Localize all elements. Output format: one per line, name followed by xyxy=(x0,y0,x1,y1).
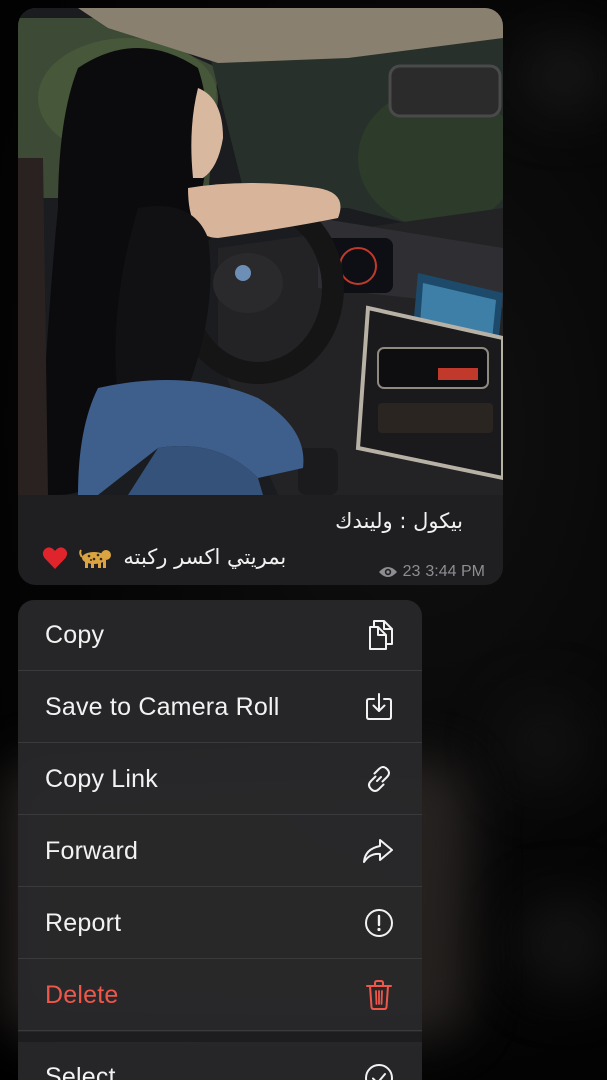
screen: بيكول : وليندك بمريتي اكسر ركبته 23 3:44… xyxy=(0,0,607,1080)
caption-line-2-text: بمريتي اكسر ركبته xyxy=(123,545,287,569)
menu-item-select[interactable]: Select xyxy=(18,1042,422,1080)
menu-item-label: Select xyxy=(45,1063,116,1080)
menu-item-label: Copy Link xyxy=(45,764,158,793)
download-icon xyxy=(364,692,394,722)
copy-icon xyxy=(362,618,394,652)
message-photo[interactable] xyxy=(18,8,503,495)
menu-item-copy-link[interactable]: Copy Link xyxy=(18,744,422,815)
menu-item-delete[interactable]: Delete xyxy=(18,960,422,1031)
background-blur xyxy=(505,700,585,790)
background-blur xyxy=(520,900,607,990)
exclamation-circle-icon xyxy=(364,908,394,938)
view-count: 23 xyxy=(402,563,421,580)
menu-item-copy[interactable]: Copy xyxy=(18,600,422,671)
context-menu: Copy Save to Camera Roll Copy Link Forwa… xyxy=(18,600,422,1080)
menu-item-label: Report xyxy=(45,908,122,937)
menu-item-report[interactable]: Report xyxy=(18,888,422,959)
eye-icon xyxy=(378,565,398,579)
menu-item-label: Copy xyxy=(45,620,105,649)
message-meta: 23 3:44 PM xyxy=(378,563,485,581)
forward-arrow-icon xyxy=(362,837,394,865)
menu-item-label: Save to Camera Roll xyxy=(45,692,280,721)
background-blur xyxy=(520,40,607,110)
caption-line-2: بمريتي اكسر ركبته xyxy=(42,545,286,570)
menu-item-label: Delete xyxy=(45,980,119,1009)
leopard-emoji-icon xyxy=(78,547,113,569)
message-time: 3:44 PM xyxy=(425,563,485,580)
menu-item-label: Forward xyxy=(45,836,139,865)
menu-item-forward[interactable]: Forward xyxy=(18,816,422,887)
message-caption[interactable]: بيكول : وليندك بمريتي اكسر ركبته 23 3:44… xyxy=(18,495,503,585)
trash-icon xyxy=(364,979,394,1011)
link-icon xyxy=(364,764,394,794)
caption-line-1: بيكول : وليندك xyxy=(335,509,463,533)
message-bubble[interactable]: بيكول : وليندك بمريتي اكسر ركبته 23 3:44… xyxy=(18,8,503,585)
menu-separator xyxy=(18,1032,422,1042)
checkmark-circle-icon xyxy=(364,1063,394,1080)
menu-item-save-to-camera-roll[interactable]: Save to Camera Roll xyxy=(18,672,422,743)
red-heart-emoji-icon xyxy=(42,546,68,570)
